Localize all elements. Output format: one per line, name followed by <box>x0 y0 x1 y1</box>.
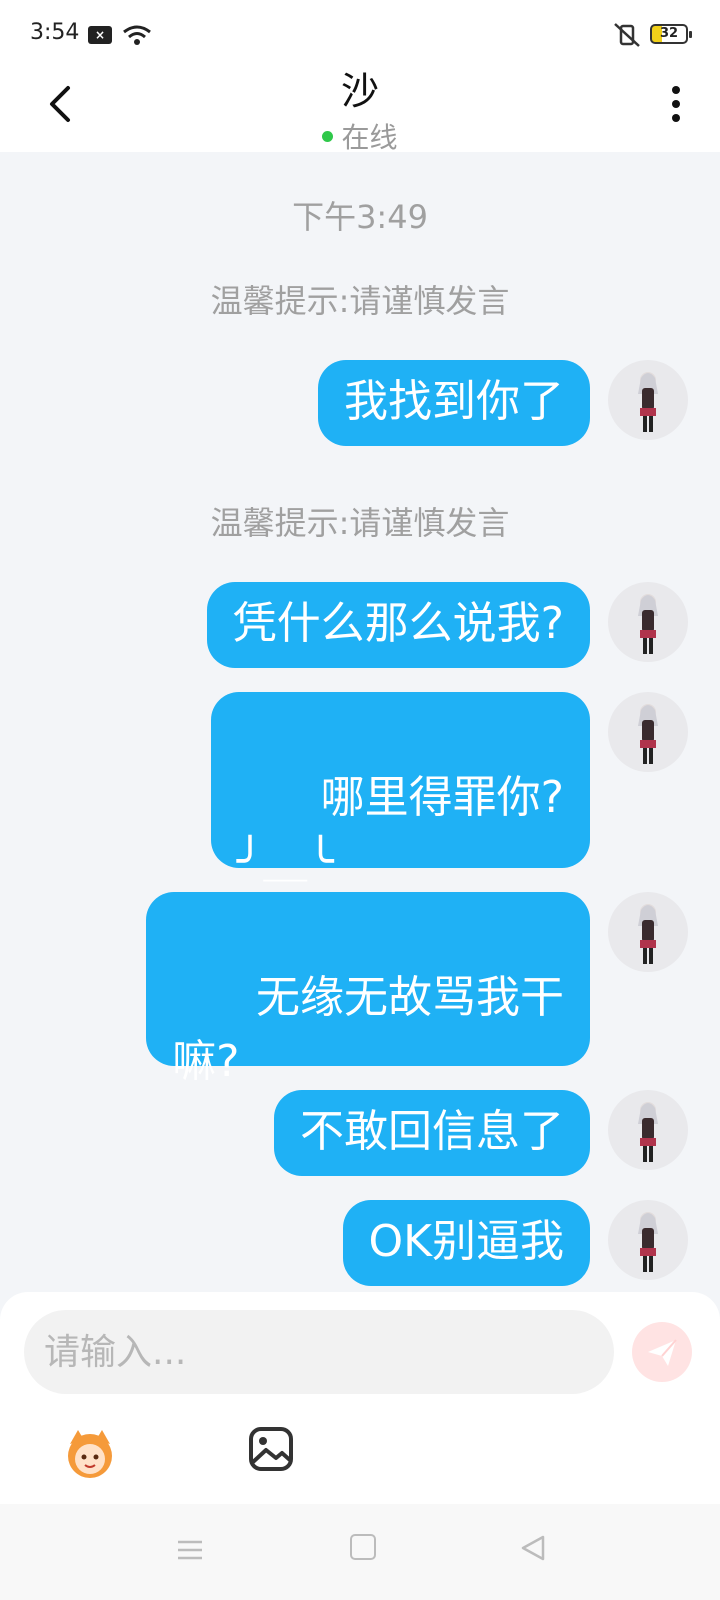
avatar[interactable] <box>608 582 688 662</box>
more-options-button[interactable] <box>656 84 696 128</box>
avatar-image <box>638 594 658 654</box>
system-tip: 温馨提示:请谨慎发言 <box>210 504 510 542</box>
message-bubble[interactable]: 哪里得罪你? ╯＿╰ <box>210 692 590 887</box>
avatar[interactable] <box>608 892 688 972</box>
notification-icon: × <box>88 26 112 44</box>
input-panel <box>0 1292 720 1504</box>
sticker-button[interactable] <box>60 1422 120 1482</box>
message-bubble[interactable]: 我找到你了 <box>318 360 590 446</box>
message-text: OK别逼我 <box>368 1216 565 1267</box>
battery-icon: 32 <box>650 24 692 44</box>
status-time: 3:54 <box>30 20 80 45</box>
message-text: 我找到你了 <box>344 376 564 427</box>
recents-button[interactable] <box>176 1536 204 1564</box>
chat-screen: 3:54 × 32 沙 在线 下午3:49 温馨提示:请谨慎发言 我找到你了 温… <box>0 0 720 1600</box>
system-back-button[interactable] <box>520 1534 546 1562</box>
message-text: 无缘无故骂我干 嘛? <box>172 972 564 1087</box>
system-tip: 温馨提示:请谨慎发言 <box>210 282 510 320</box>
online-dot-icon <box>322 131 334 142</box>
avatar[interactable] <box>608 1200 688 1280</box>
message-bubble[interactable]: 不敢回信息了 <box>274 1090 590 1176</box>
home-button[interactable] <box>350 1534 376 1560</box>
wifi-icon <box>123 25 151 45</box>
contact-name: 沙 <box>340 69 379 113</box>
message-bubble[interactable]: 凭什么那么说我? <box>206 582 590 668</box>
chat-header: 沙 在线 <box>0 66 720 154</box>
system-nav-bar <box>0 1504 720 1600</box>
vibrate-mute-icon <box>614 23 640 47</box>
message-text: 凭什么那么说我? <box>232 598 564 649</box>
message-list[interactable]: 下午3:49 温馨提示:请谨慎发言 我找到你了 温馨提示:请谨慎发言 凭什么那么… <box>0 152 720 1292</box>
message-input[interactable] <box>24 1310 614 1394</box>
avatar[interactable] <box>608 692 688 772</box>
avatar[interactable] <box>608 1090 688 1170</box>
avatar[interactable] <box>608 360 688 440</box>
message-text: 哪里得罪你? ╯＿╰ <box>236 772 564 887</box>
message-bubble[interactable]: OK别逼我 <box>342 1200 590 1286</box>
avatar-image <box>638 372 658 432</box>
message-time-label: 下午3:49 <box>292 198 428 236</box>
avatar-image <box>638 1212 658 1272</box>
avatar-image <box>638 704 658 764</box>
send-button[interactable] <box>632 1322 692 1382</box>
status-bar: 3:54 × 32 <box>0 0 720 66</box>
avatar-image <box>638 1102 658 1162</box>
avatar-image <box>638 904 658 964</box>
online-status-label: 在线 <box>341 121 398 154</box>
image-picker-button[interactable] <box>248 1426 294 1472</box>
message-text: 不敢回信息了 <box>300 1106 564 1157</box>
send-icon <box>648 1339 677 1366</box>
message-bubble[interactable]: 无缘无故骂我干 嘛? <box>146 892 590 1087</box>
online-status: 在线 <box>0 116 720 156</box>
